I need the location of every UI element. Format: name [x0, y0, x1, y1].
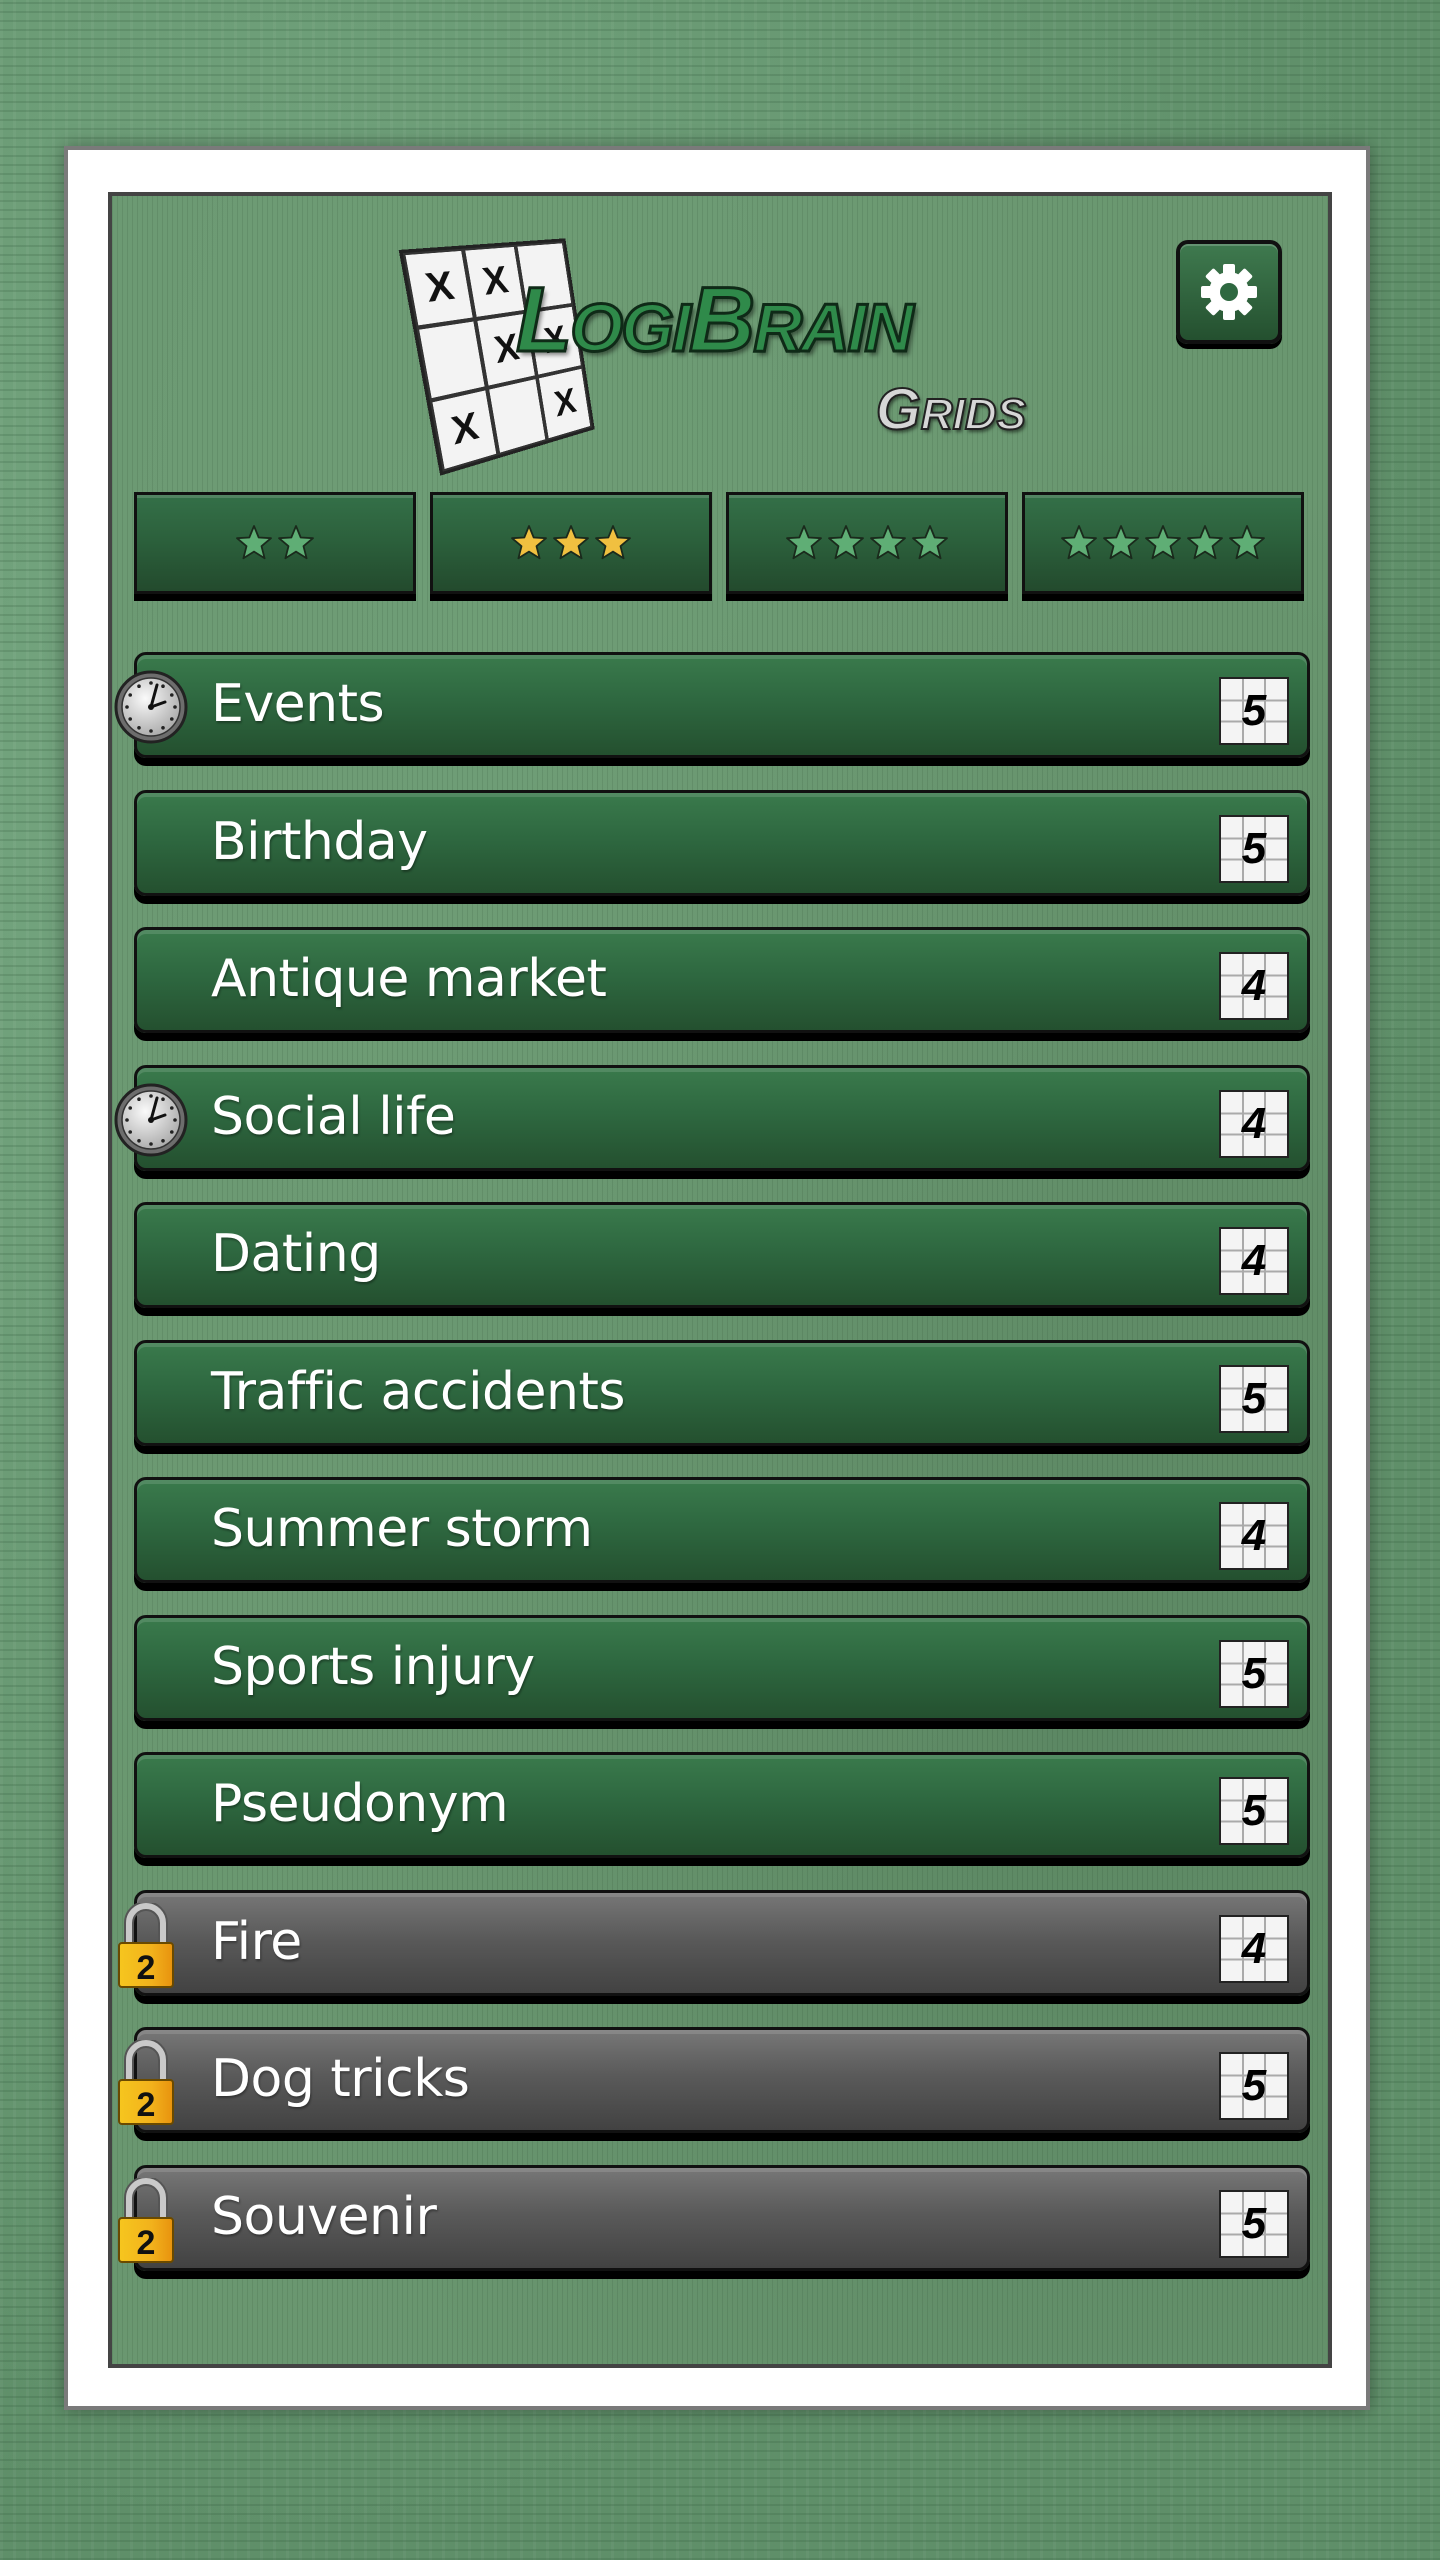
puzzle-title: Dog tricks [211, 2048, 470, 2109]
star-icon [1145, 525, 1181, 560]
grid-size-badge: 4 [1219, 952, 1289, 1020]
svg-text:2: 2 [137, 2224, 156, 2262]
puzzle-title: Souvenir [211, 2186, 437, 2247]
difficulty-tab-2-stars[interactable] [134, 492, 416, 594]
grid-size-badge: 5 [1219, 1365, 1289, 1433]
lock-icon: 2 [118, 2040, 174, 2125]
puzzle-row[interactable]: 2 Fire 4 [118, 1890, 1310, 1996]
grid-size-badge: 4 [1219, 1090, 1289, 1158]
gear-icon [1201, 264, 1257, 320]
puzzle-title: Social life [211, 1086, 456, 1147]
puzzle-row[interactable]: Events 5 [114, 652, 1310, 758]
puzzle-row[interactable]: Traffic accidents 5 [134, 1340, 1310, 1446]
star-icon [912, 525, 948, 560]
star-icon [595, 525, 631, 560]
grid-size-badge: 5 [1219, 1640, 1289, 1708]
settings-button[interactable] [1176, 240, 1282, 344]
star-icon [870, 525, 906, 560]
svg-text:2: 2 [137, 1949, 156, 1987]
puzzle-row[interactable]: Dating 4 [134, 1202, 1310, 1308]
app-logo: XXXXXX LOGIBRAIN GRIDS [398, 228, 1048, 476]
grid-size-badge: 4 [1219, 1915, 1289, 1983]
puzzle-row[interactable]: Summer storm 4 [134, 1477, 1310, 1583]
puzzle-row[interactable]: Antique market 4 [134, 927, 1310, 1033]
star-icon [828, 525, 864, 560]
grid-size-badge: 5 [1219, 1777, 1289, 1845]
star-icon [511, 525, 547, 560]
grid-size-badge: 5 [1219, 815, 1289, 883]
star-icon [1229, 525, 1265, 560]
grid-size-badge: 5 [1219, 677, 1289, 745]
difficulty-tab-5-stars[interactable] [1022, 492, 1304, 594]
puzzle-title: Birthday [211, 811, 428, 872]
grid-size-badge: 5 [1219, 2052, 1289, 2120]
app-subtitle: GRIDS [875, 376, 1027, 443]
puzzle-row[interactable]: Birthday 5 [134, 790, 1310, 896]
puzzle-title: Events [211, 673, 385, 734]
lock-icon: 2 [118, 2178, 174, 2263]
puzzle-row[interactable]: Social life 4 [114, 1065, 1310, 1171]
puzzle-title: Fire [211, 1911, 302, 1972]
puzzle-title: Sports injury [211, 1636, 535, 1697]
puzzle-title: Summer storm [211, 1498, 593, 1559]
puzzle-row[interactable]: Pseudonym 5 [134, 1752, 1310, 1858]
puzzle-title: Traffic accidents [211, 1361, 625, 1422]
puzzle-row[interactable]: 2 Dog tricks 5 [118, 2027, 1310, 2133]
app-title: LOGIBRAIN [514, 268, 915, 373]
clock-icon [114, 670, 188, 744]
grid-size-badge: 4 [1219, 1227, 1289, 1295]
puzzle-title: Dating [211, 1223, 381, 1284]
difficulty-tab-3-stars[interactable] [430, 492, 712, 594]
difficulty-tab-4-stars[interactable] [726, 492, 1008, 594]
grid-size-badge: 4 [1219, 1502, 1289, 1570]
logo-grid-cell: X [537, 366, 593, 441]
clock-icon [114, 1083, 188, 1157]
star-icon [786, 525, 822, 560]
star-icon [1103, 525, 1139, 560]
lock-icon: 2 [118, 1903, 174, 1988]
puzzle-row[interactable]: 2 Souvenir 5 [118, 2165, 1310, 2271]
star-icon [1187, 525, 1223, 560]
puzzle-title: Pseudonym [211, 1773, 509, 1834]
puzzle-row[interactable]: Sports injury 5 [134, 1615, 1310, 1721]
svg-text:2: 2 [137, 2086, 156, 2124]
difficulty-tabs [134, 492, 1306, 602]
star-icon [553, 525, 589, 560]
puzzle-title: Antique market [211, 948, 607, 1009]
star-icon [236, 525, 272, 560]
grid-size-badge: 5 [1219, 2190, 1289, 2258]
star-icon [278, 525, 314, 560]
star-icon [1061, 525, 1097, 560]
